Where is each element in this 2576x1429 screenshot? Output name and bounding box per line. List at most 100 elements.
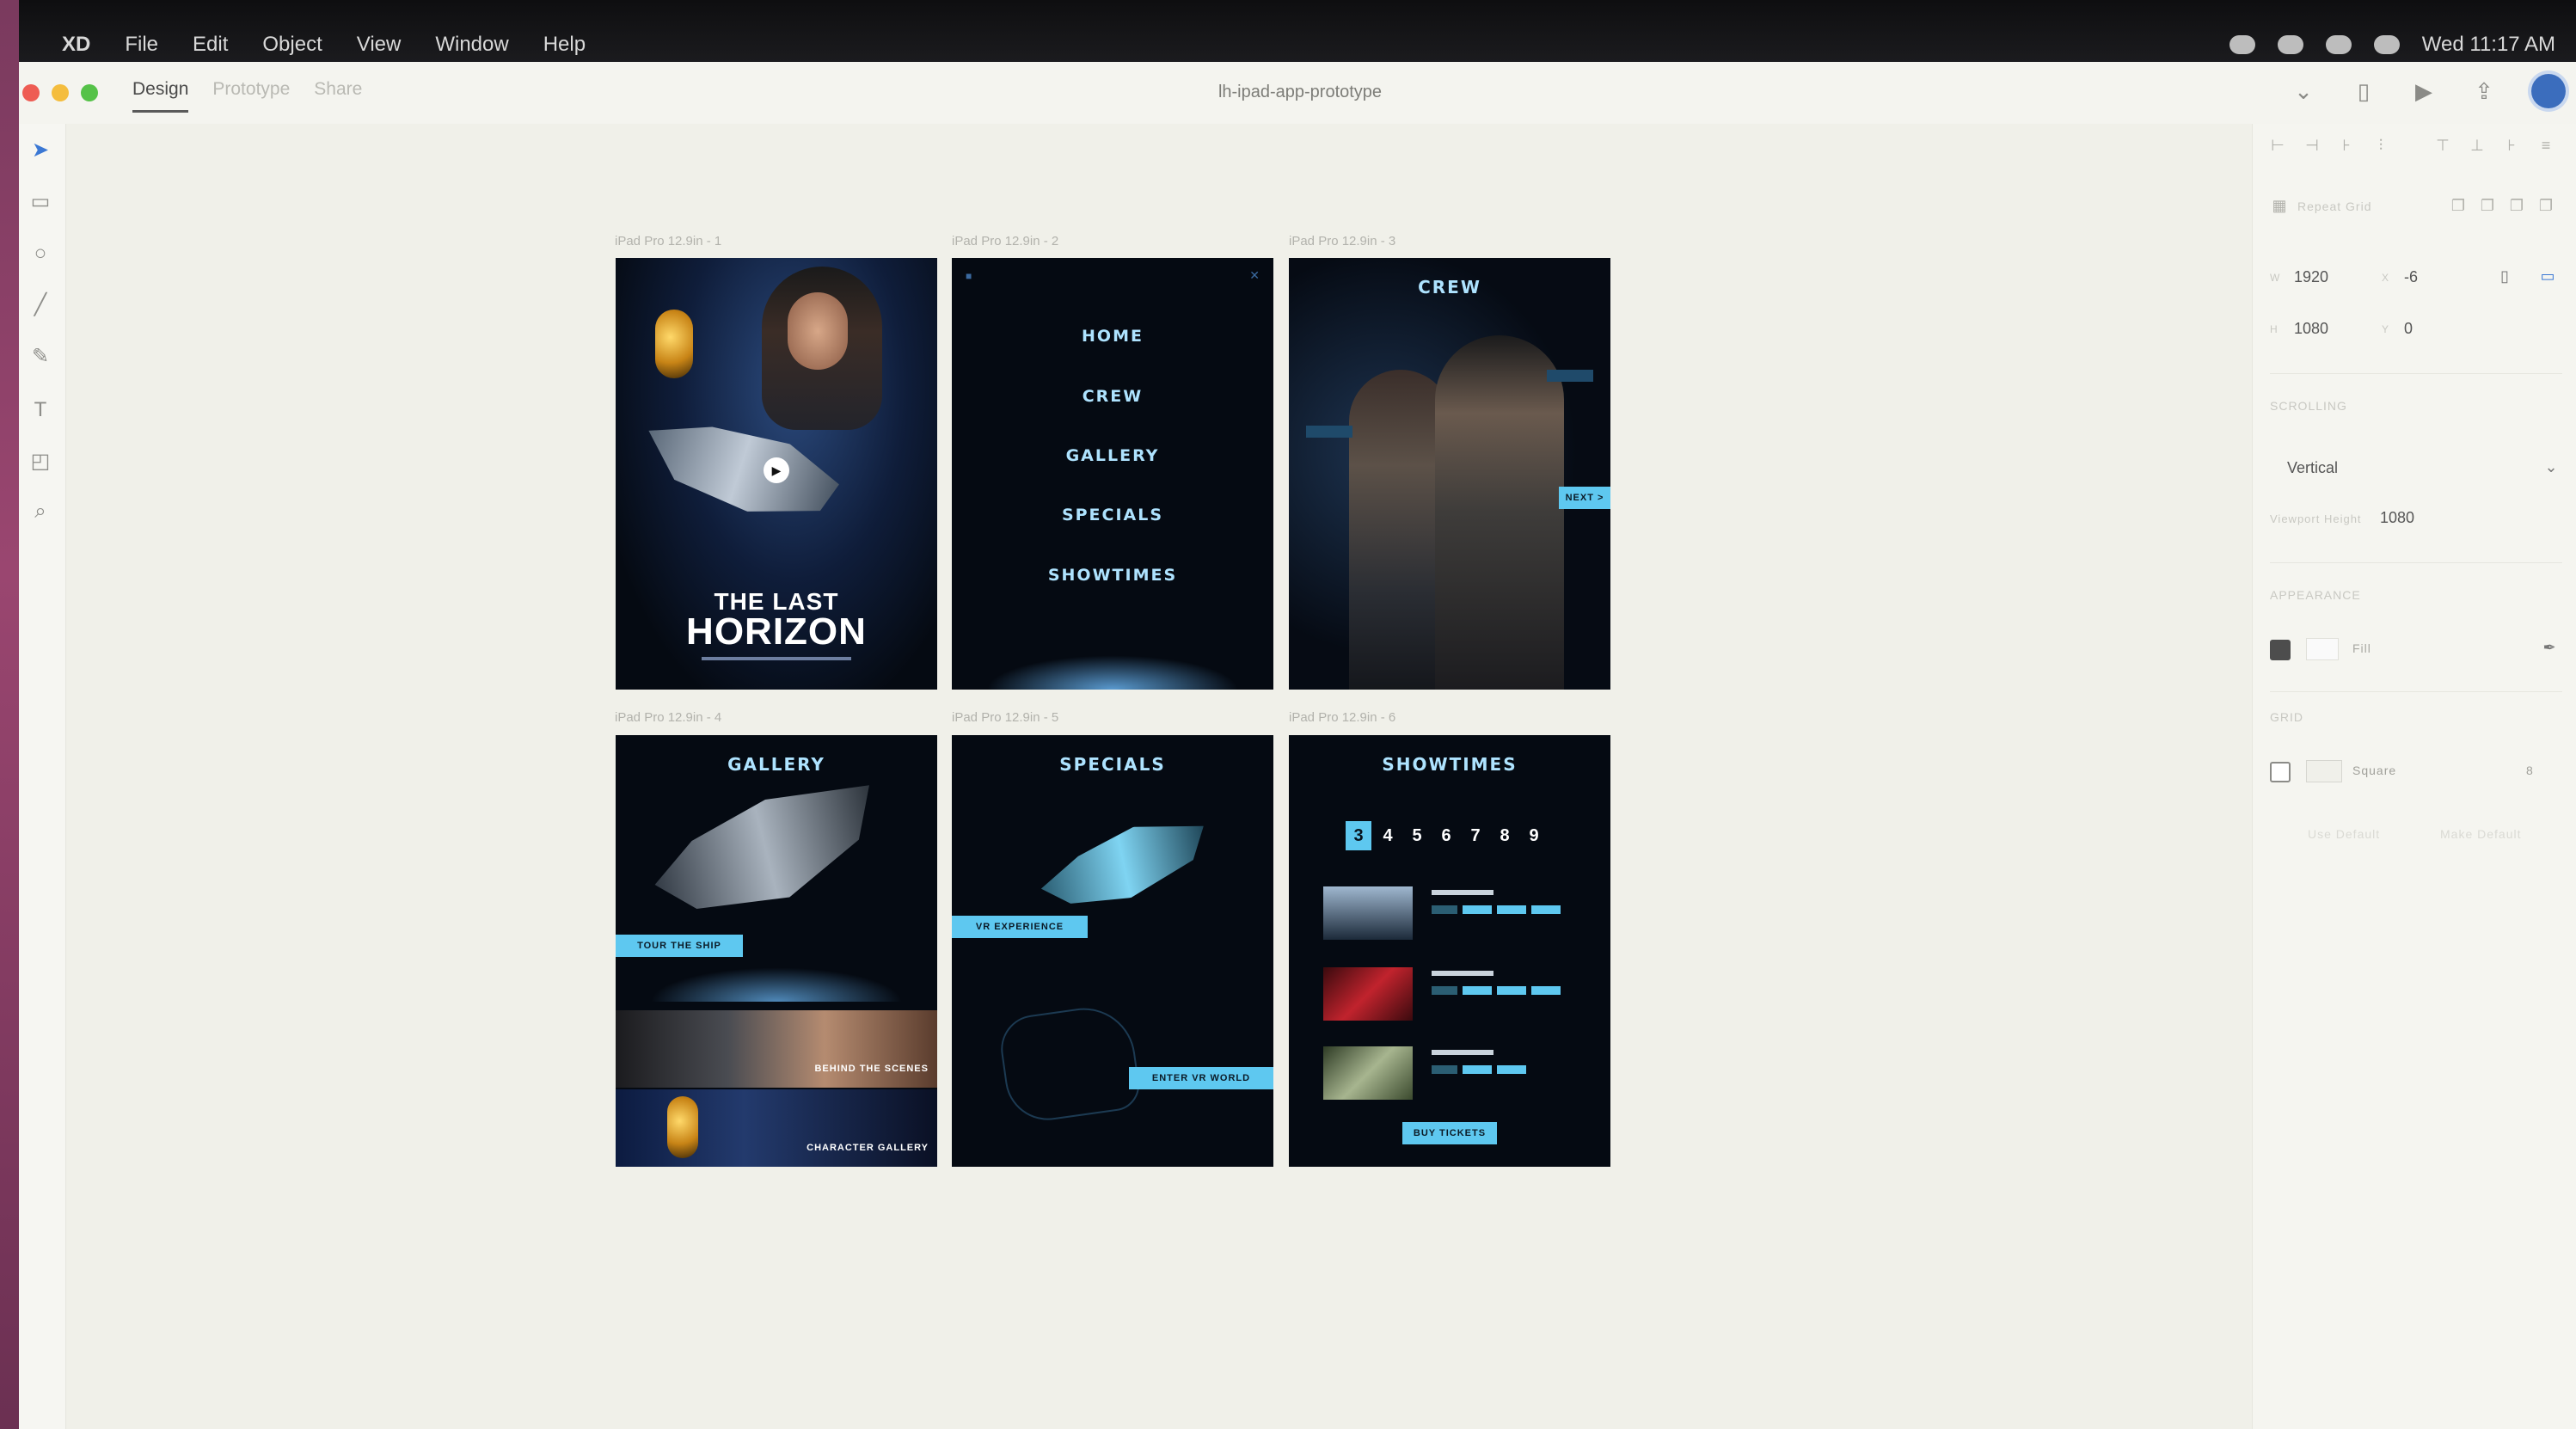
align-middle-icon[interactable]: ⊥ [2468,136,2487,155]
align-left-icon[interactable]: ⊢ [2268,136,2287,155]
tab-design[interactable]: Design [132,79,189,113]
tab-share[interactable]: Share [314,79,362,113]
select-icon[interactable]: ➤ [28,138,53,163]
date-chip[interactable]: 8 [1492,821,1518,850]
align-right-icon[interactable]: ⊦ [2337,136,2356,155]
showtime-chip[interactable] [1497,1065,1526,1074]
artboard-specials[interactable]: SPECIALS VR EXPERIENCE ENTER VR WORLD [952,735,1273,1167]
chevron-down-icon[interactable]: ⌄ [2542,457,2561,476]
menu-app-name[interactable]: XD [62,33,90,57]
device-preview-icon[interactable]: ▯ [2351,78,2377,105]
artboard-showtimes[interactable]: SHOWTIMES 3 4 5 6 7 8 9 BUY TICKETS [1289,735,1610,1167]
menu-view[interactable]: View [357,33,402,57]
scrolling-select[interactable]: Vertical [2287,459,2338,477]
pen-icon[interactable]: ✎ [28,344,53,370]
wifi-icon[interactable] [2325,35,2352,54]
showtime-chip[interactable] [1531,905,1561,914]
showtime-chip[interactable] [1432,1065,1457,1074]
repeat-grid-label[interactable]: Repeat Grid [2297,199,2371,213]
fill-swatch[interactable] [2306,638,2339,660]
portrait-icon[interactable]: ▯ [2495,267,2514,285]
home-icon[interactable]: ■ [966,270,972,282]
artboard-menu[interactable]: ■ ✕ HOME CREW GALLERY SPECIALS SHOWTIMES [952,258,1273,690]
y-field[interactable]: 0 [2404,320,2413,338]
enter-vr-button[interactable]: ENTER VR WORLD [1129,1067,1273,1089]
align-center-icon[interactable]: ⊣ [2303,136,2321,155]
grid-type-select[interactable]: Square [2352,764,2396,777]
viewport-height-field[interactable]: 1080 [2380,509,2414,527]
grid-color-swatch[interactable] [2306,760,2342,782]
showtime-chip[interactable] [1432,905,1457,914]
artboard-gallery[interactable]: GALLERY TOUR THE SHIP BEHIND THE SCENES … [616,735,937,1167]
date-chip[interactable]: 5 [1404,821,1430,850]
buy-tickets-button[interactable]: BUY TICKETS [1402,1122,1497,1144]
exclude-icon[interactable]: ❐ [2536,196,2555,215]
menu-edit[interactable]: Edit [193,33,228,57]
minimize-window-button[interactable] [52,84,69,101]
showtime-chip[interactable] [1497,905,1526,914]
union-icon[interactable]: ❐ [2449,196,2468,215]
status-icon[interactable] [2229,35,2255,54]
align-top-icon[interactable]: ⊤ [2433,136,2452,155]
play-preview-icon[interactable]: ▶ [2411,78,2437,105]
tab-prototype[interactable]: Prototype [212,79,290,113]
date-chip[interactable]: 9 [1521,821,1547,850]
nav-gallery[interactable]: GALLERY [952,446,1273,465]
text-icon[interactable]: T [28,397,53,423]
date-chip-selected[interactable]: 3 [1346,821,1371,850]
nav-crew[interactable]: CREW [952,387,1273,406]
character-gallery-caption[interactable]: CHARACTER GALLERY [807,1143,929,1153]
zoom-icon[interactable]: ⌕ [28,499,53,524]
artboard-icon[interactable]: ◰ [28,449,53,475]
intersect-icon[interactable]: ❐ [2507,196,2526,215]
width-field[interactable]: 1920 [2294,268,2328,286]
fill-checkbox[interactable] [2270,640,2291,660]
chevron-down-icon[interactable]: ⌄ [2291,78,2316,105]
more-align-icon[interactable]: ≡ [2536,136,2555,155]
repeat-grid-icon[interactable]: ▦ [2270,196,2289,215]
showtime-chip[interactable] [1463,905,1492,914]
user-avatar[interactable] [2531,74,2566,108]
landscape-icon[interactable]: ▭ [2538,267,2557,285]
artboard-poster[interactable]: ▶ THE LAST HORIZON [616,258,937,690]
close-window-button[interactable] [22,84,40,101]
vr-experience-button[interactable]: VR EXPERIENCE [952,916,1088,938]
x-field[interactable]: -6 [2404,268,2418,286]
rectangle-icon[interactable]: ▭ [28,189,53,215]
showtime-chip[interactable] [1497,986,1526,995]
make-default-button[interactable]: Make Default [2440,827,2521,841]
nav-home[interactable]: HOME [952,327,1273,346]
artboard-label[interactable]: iPad Pro 12.9in - 4 [615,710,721,725]
menu-clock[interactable]: Wed 11:17 AM [2422,33,2555,57]
showtime-chip[interactable] [1463,1065,1492,1074]
share-icon[interactable]: ⇪ [2471,78,2497,105]
menu-help[interactable]: Help [543,33,586,57]
grid-checkbox[interactable] [2270,762,2291,782]
status-icon[interactable] [2277,35,2303,54]
artboard-label[interactable]: iPad Pro 12.9in - 3 [1289,234,1395,248]
line-icon[interactable]: ╱ [28,292,53,318]
eyedropper-icon[interactable]: ✒ [2540,638,2559,657]
tour-ship-button[interactable]: TOUR THE SHIP [616,935,743,957]
battery-icon[interactable] [2373,35,2400,54]
artboard-crew[interactable]: CREW NEXT > [1289,258,1610,690]
crew-next-button[interactable]: NEXT > [1559,487,1610,509]
use-default-button[interactable]: Use Default [2308,827,2380,841]
design-canvas[interactable]: iPad Pro 12.9in - 1 ▶ THE LAST HORIZON i… [66,124,2252,1429]
date-chip[interactable]: 7 [1463,821,1488,850]
artboard-label[interactable]: iPad Pro 12.9in - 5 [952,710,1058,725]
menu-window[interactable]: Window [435,33,508,57]
align-bottom-icon[interactable]: ⊦ [2502,136,2521,155]
artboard-label[interactable]: iPad Pro 12.9in - 6 [1289,710,1395,725]
showtime-chip[interactable] [1463,986,1492,995]
distribute-icon[interactable]: ⫶ [2371,136,2390,155]
grid-size-field[interactable]: 8 [2526,764,2534,777]
nav-showtimes[interactable]: SHOWTIMES [952,566,1273,585]
artboard-label[interactable]: iPad Pro 12.9in - 2 [952,234,1058,248]
ellipse-icon[interactable]: ○ [28,241,53,267]
height-field[interactable]: 1080 [2294,320,2328,338]
nav-specials[interactable]: SPECIALS [952,506,1273,524]
behind-scenes-caption[interactable]: BEHIND THE SCENES [814,1064,929,1074]
menu-object[interactable]: Object [262,33,322,57]
date-chip[interactable]: 4 [1375,821,1401,850]
